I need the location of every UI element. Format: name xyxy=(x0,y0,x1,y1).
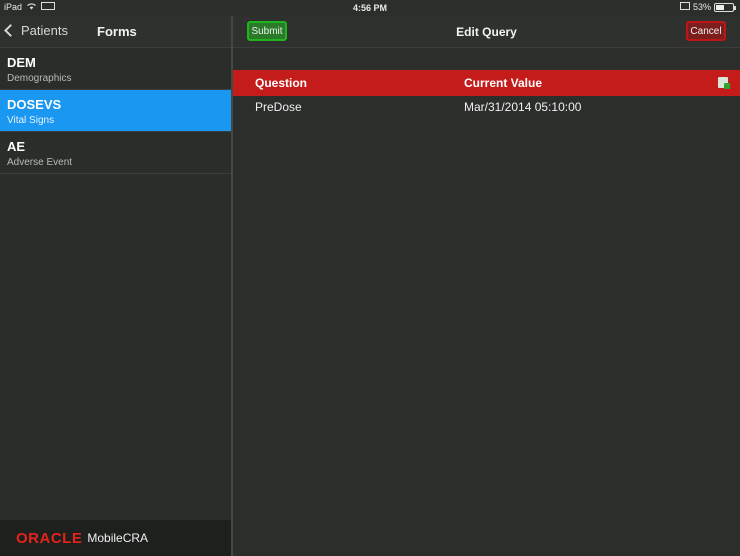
forms-panel: Patients Forms DEM Demographics DOSEVS V… xyxy=(0,16,231,556)
form-description: Demographics xyxy=(7,73,72,84)
forms-title: Forms xyxy=(97,24,137,39)
chevron-left-icon xyxy=(4,24,17,37)
cancel-button[interactable]: Cancel xyxy=(686,21,726,41)
column-header-current-value: Current Value xyxy=(464,76,543,90)
form-item-dosevs[interactable]: DOSEVS Vital Signs xyxy=(0,90,231,132)
back-button[interactable]: Patients xyxy=(4,23,68,38)
status-bar: iPad 4:56 PM 53% xyxy=(0,0,740,16)
table-header: Question Current Value xyxy=(233,70,740,96)
status-right: 53% xyxy=(679,2,736,12)
status-time: 4:56 PM xyxy=(352,3,387,13)
form-item-ae[interactable]: AE Adverse Event xyxy=(0,132,231,174)
screen-lock-icon xyxy=(679,2,690,12)
forms-nav-bar: Patients Forms xyxy=(0,16,231,48)
form-code: DEM xyxy=(7,55,36,70)
question-cell: PreDose xyxy=(255,100,302,114)
forms-list: DEM Demographics DOSEVS Vital Signs AE A… xyxy=(0,48,231,174)
edit-query-nav-bar: Submit Edit Query Cancel xyxy=(233,16,740,48)
table-row[interactable]: PreDose Mar/31/2014 05:10:00 xyxy=(233,96,740,118)
form-item-dem[interactable]: DEM Demographics xyxy=(0,48,231,90)
battery-icon xyxy=(714,2,736,12)
column-header-question: Question xyxy=(255,76,308,90)
form-code: DOSEVS xyxy=(7,97,62,112)
form-description: Vital Signs xyxy=(7,115,55,126)
page-title: Edit Query xyxy=(456,25,517,39)
battery-percent: 53% xyxy=(692,2,711,12)
edit-query-panel: Submit Edit Query Cancel Question Curren… xyxy=(233,16,740,556)
form-code: AE xyxy=(7,139,26,154)
product-name: MobileCRA xyxy=(87,531,149,545)
export-icon[interactable] xyxy=(718,77,730,89)
brand-footer: ORACLE MobileCRA xyxy=(0,520,231,556)
oracle-logo: ORACLE xyxy=(16,529,83,547)
form-description: Adverse Event xyxy=(7,157,73,168)
back-label: Patients xyxy=(21,23,68,38)
query-table: Question Current Value PreDose Mar/31/20… xyxy=(233,70,740,118)
value-cell: Mar/31/2014 05:10:00 xyxy=(464,100,582,114)
